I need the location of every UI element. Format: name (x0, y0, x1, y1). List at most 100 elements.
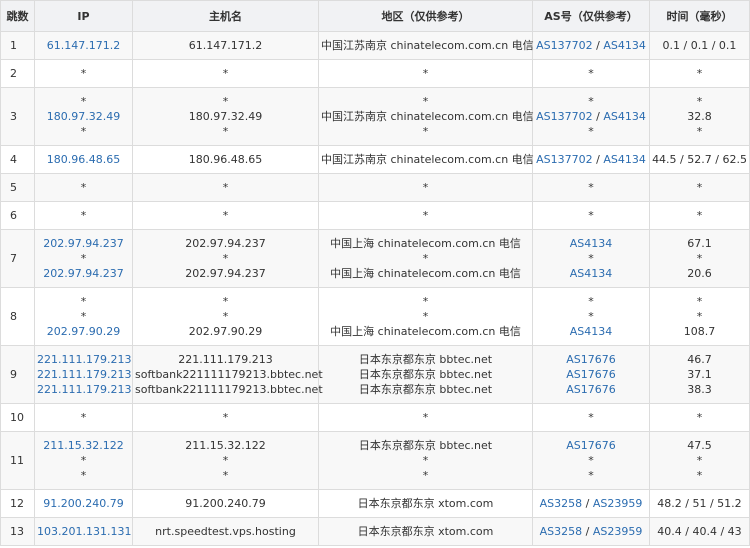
as-link[interactable]: AS4134 (603, 39, 646, 52)
hop-number: 6 (0, 201, 35, 230)
ip-link[interactable]: 103.201.131.131 (37, 524, 131, 539)
latency-text: * (696, 95, 703, 108)
as-line: * (535, 453, 647, 468)
ip-link[interactable]: 180.96.48.65 (37, 152, 130, 167)
ip-link[interactable]: 202.97.90.29 (37, 324, 130, 339)
ip-timeout: * (80, 469, 87, 482)
region-text: 日本东京都东京 xtom.com (357, 525, 494, 538)
hostname-text: * (222, 310, 229, 323)
as-timeout: * (588, 295, 594, 308)
time-cell: * (649, 201, 750, 230)
hostname-cell: 180.96.48.65 (132, 145, 319, 174)
hostname-text: * (222, 411, 229, 424)
as-line: * (535, 251, 647, 266)
ip-link[interactable]: 180.97.32.49 (37, 109, 130, 124)
latency-text: 46.7 (687, 353, 712, 366)
latency-text: * (696, 411, 703, 424)
as-line: AS17676 (535, 367, 647, 382)
hostname-cell: 91.200.240.79 (132, 489, 319, 518)
hostname-text: 202.97.90.29 (188, 325, 263, 338)
latency-text: 108.7 (683, 325, 716, 338)
hostname-cell: 202.97.94.237 * 202.97.94.237 (132, 229, 319, 288)
as-line: AS4134 (535, 266, 647, 281)
as-link[interactable]: AS3258 (540, 525, 583, 538)
ip-link[interactable]: 221.111.179.213 (37, 352, 131, 367)
as-link[interactable]: AS17676 (566, 439, 616, 452)
ip-timeout: * (80, 181, 87, 194)
ip-link[interactable]: 61.147.171.2 (37, 38, 130, 53)
time-cell: * (649, 59, 750, 88)
hop-number: 13 (0, 517, 35, 546)
as-link[interactable]: AS137702 (536, 153, 593, 166)
as-link[interactable]: AS17676 (566, 368, 616, 381)
time-cell: 48.2 / 51 / 51.2 (649, 489, 750, 518)
as-link[interactable]: AS137702 (536, 110, 593, 123)
table-row: 13 103.201.131.131 nrt.speedtest.vps.hosti… (0, 517, 750, 546)
latency-text: * (696, 125, 703, 138)
latency-text: * (696, 469, 703, 482)
time-cell: 47.5 * * (649, 431, 750, 490)
as-link[interactable]: AS17676 (566, 383, 616, 396)
table-row: 6 * * * * * (0, 201, 750, 230)
table-row: 8 * * 202.97.90.29 * * 202.97.90.29 * * 中国上海 chin… (0, 287, 750, 346)
ip-link[interactable]: 91.200.240.79 (37, 496, 130, 511)
as-separator: / (582, 525, 593, 538)
region-text: 中国江苏南京 chinatelecom.com.cn 电信 (321, 39, 534, 52)
as-separator: / (592, 153, 604, 166)
hop-number: 3 (0, 87, 35, 146)
hostname-text: * (222, 469, 229, 482)
as-link[interactable]: AS137702 (536, 39, 593, 52)
as-separator: / (592, 39, 604, 52)
as-cell: * (532, 59, 650, 88)
latency-text: * (696, 310, 703, 323)
hostname-cell: 221.111.179.213 softbank221111179213.bbte… (132, 345, 323, 404)
hostname-cell: * * 202.97.90.29 (132, 287, 319, 346)
as-line: * (535, 66, 647, 81)
region-text: 日本东京都东京 bbtec.net (358, 439, 493, 452)
as-cell: * * AS4134 (532, 287, 650, 346)
hop-number: 5 (0, 173, 35, 202)
ip-link[interactable]: 221.111.179.213 (37, 382, 131, 397)
as-link[interactable]: AS17676 (566, 353, 616, 366)
as-cell: * (532, 201, 650, 230)
as-line: AS3258 / AS23959 (535, 496, 647, 511)
ip-timeout: * (80, 295, 87, 308)
latency-text: 20.6 (687, 267, 712, 280)
as-link[interactable]: AS23959 (593, 525, 643, 538)
as-link[interactable]: AS4134 (603, 153, 646, 166)
as-link[interactable]: AS4134 (603, 110, 646, 123)
table-row: 11 211.15.32.122 * * 211.15.32.122 * * 日本东京都东京 … (0, 431, 750, 490)
ip-link[interactable]: 202.97.94.237 (37, 266, 130, 281)
hostname-text: 180.97.32.49 (188, 110, 263, 123)
latency-text: 67.1 (687, 237, 712, 250)
as-link[interactable]: AS3258 (540, 497, 583, 510)
latency-text: * (696, 454, 703, 467)
ip-link[interactable]: 221.111.179.213 (37, 367, 131, 382)
hostname-text: 91.200.240.79 (185, 497, 266, 510)
as-link[interactable]: AS4134 (570, 237, 613, 250)
region-text: 中国江苏南京 chinatelecom.com.cn 电信 (321, 153, 534, 166)
hop-number: 1 (0, 31, 35, 60)
hostname-text: 202.97.94.237 (185, 237, 266, 250)
as-cell: AS17676 * * (532, 431, 650, 490)
hostname-cell: * (132, 173, 319, 202)
ip-link[interactable]: 202.97.94.237 (37, 236, 130, 251)
region-text: * (422, 95, 429, 108)
ip-timeout: * (80, 209, 87, 222)
hostname-text: * (222, 209, 229, 222)
as-link[interactable]: AS4134 (570, 267, 613, 280)
hostname-text: 180.96.48.65 (188, 153, 263, 166)
as-cell: * AS137702 / AS4134 * (532, 87, 650, 146)
as-line: * (535, 468, 647, 483)
region-cell: 日本东京都东京 bbtec.net 日本东京都东京 bbtec.net 日本东京都东… (318, 345, 533, 404)
ip-cell: 91.200.240.79 (34, 489, 133, 518)
region-cell: * (318, 173, 533, 202)
as-line: AS4134 (535, 324, 647, 339)
ip-link[interactable]: 211.15.32.122 (37, 438, 130, 453)
time-cell: * * 108.7 (649, 287, 750, 346)
hostname-text: softbank221111179213.bbtec.net (135, 383, 323, 396)
as-timeout: * (588, 125, 594, 138)
as-link[interactable]: AS23959 (593, 497, 643, 510)
as-link[interactable]: AS4134 (570, 325, 613, 338)
as-timeout: * (588, 209, 594, 222)
